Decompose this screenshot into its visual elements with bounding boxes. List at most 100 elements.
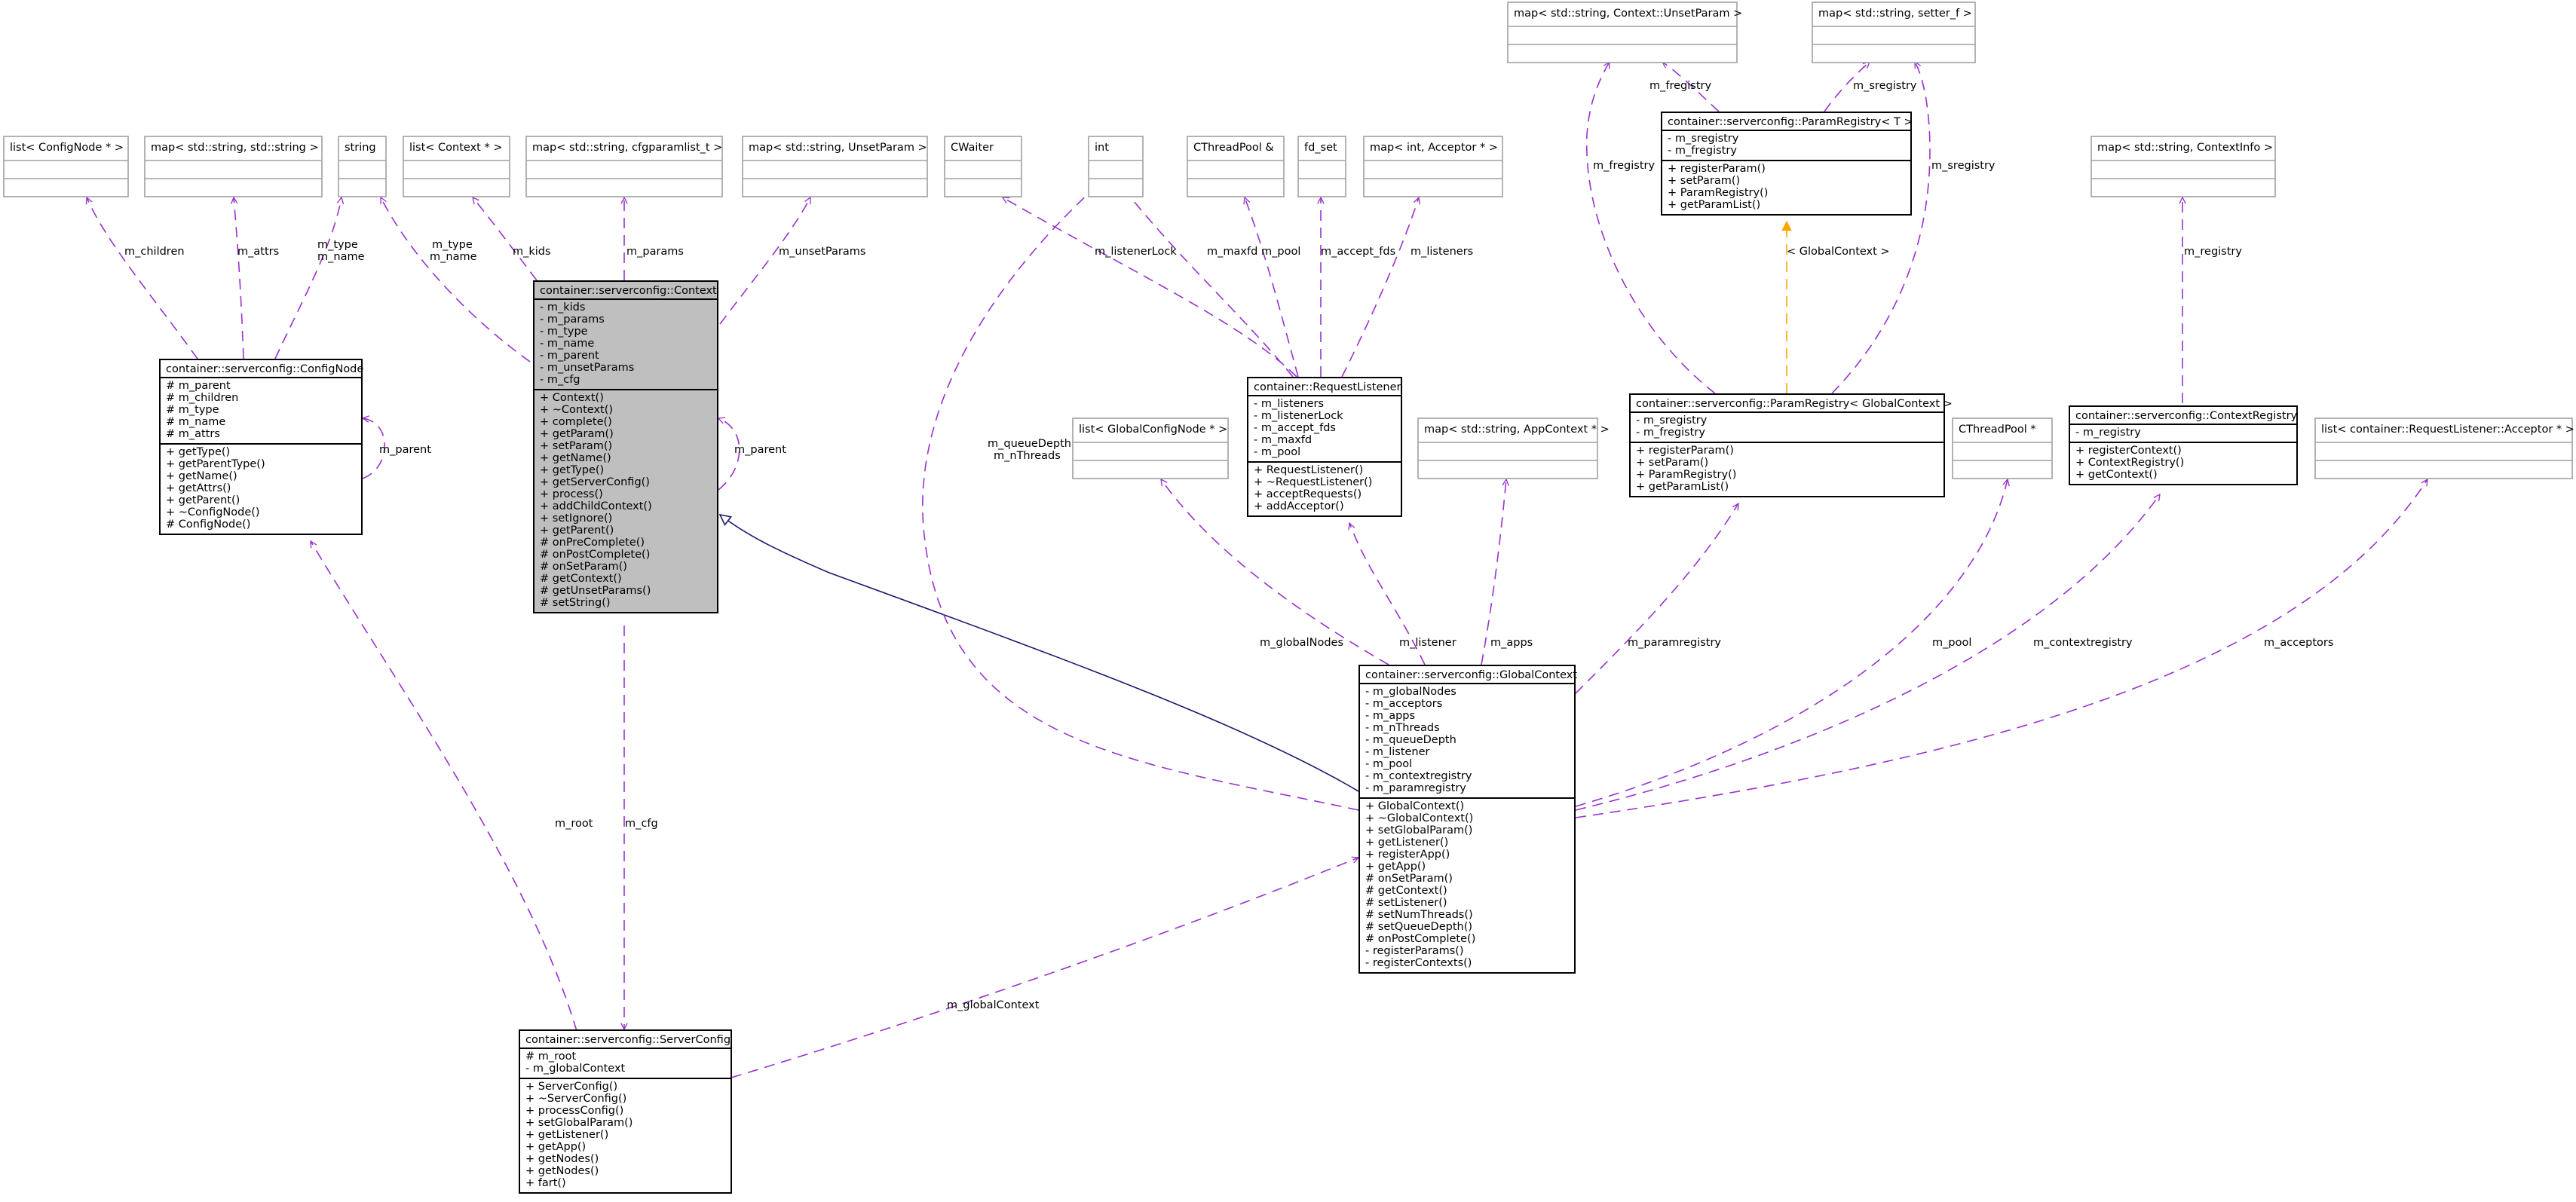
type-label: CWaiter: [951, 142, 994, 154]
type-list-globalconfignode: list< GlobalConfigNode * >: [1072, 417, 1229, 479]
type-cthreadpool-ptr: CThreadPool *: [1952, 417, 2053, 479]
class-confignode[interactable]: container::serverconfig::ConfigNode# m_p…: [159, 359, 363, 535]
label-m-apps: m_apps: [1490, 637, 1533, 649]
label-m-paramregistry: m_paramregistry: [1628, 637, 1721, 649]
edge-m-listenerlock: [1003, 197, 1297, 378]
edge-m-contextregistry: [1575, 494, 2160, 811]
class-method: + process(): [540, 488, 603, 500]
edge-m-listeners: [1341, 197, 1419, 378]
class-method: + setGlobalParam(): [525, 1117, 633, 1129]
label-ctx-name: m_name: [430, 251, 477, 263]
class-method: + ~ConfigNode(): [166, 506, 260, 518]
class-method: + ~GlobalContext(): [1365, 812, 1473, 824]
class-attribute: - m_params: [540, 313, 605, 326]
class-method: + getName(): [166, 470, 237, 482]
type-list-confignode: list< ConfigNode * >: [3, 136, 129, 197]
class-attribute: - m_apps: [1365, 710, 1415, 722]
type-label: int: [1095, 142, 1109, 154]
class-method: - registerParams(): [1365, 945, 1464, 957]
type-label: list< container::RequestListener::Accept…: [2321, 424, 2574, 436]
class-attribute: - m_listenerLock: [1254, 410, 1343, 422]
class-paramregistry-gc[interactable]: container::serverconfig::ParamRegistry< …: [1629, 393, 1953, 497]
class-paramregistry-t[interactable]: container::serverconfig::ParamRegistry< …: [1661, 112, 1913, 216]
class-method: + getType(): [540, 464, 604, 476]
class-method: # setQueueDepth(): [1365, 921, 1472, 933]
class-method: + getParentType(): [166, 458, 265, 470]
class-method: + getParamList(): [1636, 481, 1729, 493]
label-cn-type: m_type: [317, 239, 358, 251]
class-method: + ContextRegistry(): [2075, 457, 2184, 469]
label-m-listener: m_listener: [1399, 637, 1456, 649]
class-attribute: - m_type: [540, 326, 588, 338]
type-label: map< std::string, Context::UnsetParam >: [1514, 8, 1742, 20]
class-serverconfig[interactable]: container::serverconfig::ServerConfig# m…: [519, 1029, 732, 1194]
class-method: + acceptRequests(): [1254, 488, 1362, 500]
edge-m-root: [311, 541, 577, 1032]
type-map-setter: map< std::string, setter_f >: [1812, 2, 1976, 63]
type-cwaiter: CWaiter: [944, 136, 1022, 197]
type-map-int-acceptor: map< int, Acceptor * >: [1363, 136, 1503, 197]
class-method: + registerParam(): [1668, 163, 1766, 175]
class-method: + getParent(): [166, 494, 240, 506]
type-label: fd_set: [1304, 142, 1337, 154]
class-context[interactable]: container::serverconfig::Context- m_kids…: [533, 280, 718, 613]
class-method: + addChildContext(): [540, 500, 652, 512]
class-method: # setListener(): [1365, 897, 1447, 909]
edge-inheritance-globalcontext-context: [720, 515, 1359, 792]
type-label: map< std::string, ContextInfo >: [2097, 142, 2273, 154]
class-method: + registerContext(): [2075, 445, 2182, 457]
label-m-registry: m_registry: [2184, 246, 2242, 258]
class-method: + getApp(): [1365, 861, 1426, 873]
class-method: + setParam(): [540, 440, 612, 452]
label-m-unsetparams: m_unsetParams: [779, 246, 865, 258]
type-label: map< std::string, std::string >: [151, 142, 319, 154]
class-method: + getServerConfig(): [540, 476, 650, 488]
edge-rl-pool: [1245, 197, 1299, 378]
class-name: container::serverconfig::Context: [540, 285, 717, 297]
type-label: CThreadPool &: [1193, 142, 1274, 154]
class-name: container::serverconfig::ParamRegistry< …: [1668, 116, 1913, 128]
class-attribute: - m_fregistry: [1668, 145, 1737, 157]
label-cn-parent: m_parent: [379, 444, 431, 456]
class-requestlistener[interactable]: container::RequestListener- m_listeners-…: [1247, 377, 1402, 517]
type-label: list< Context * >: [409, 142, 502, 154]
class-attribute: - m_listeners: [1254, 398, 1324, 410]
edge-context-type-name: [380, 197, 531, 362]
class-attribute: - m_cfg: [540, 374, 580, 386]
label-pr-fregistry: m_fregistry: [1649, 80, 1711, 92]
class-method: + setParam(): [1668, 175, 1740, 187]
class-method: + fart(): [525, 1177, 566, 1189]
type-label: list< GlobalConfigNode * >: [1079, 424, 1227, 436]
class-method: + addAcceptor(): [1254, 500, 1344, 512]
type-label: map< std::string, setter_f >: [1818, 8, 1972, 20]
label-gc-fregistry: m_fregistry: [1593, 160, 1655, 172]
class-method: + registerParam(): [1636, 445, 1734, 457]
class-name: container::RequestListener: [1254, 381, 1401, 393]
class-method: + Context(): [540, 392, 604, 404]
edges: [87, 62, 2427, 1078]
class-attribute: - m_nThreads: [1365, 722, 1440, 734]
class-method: + GlobalContext(): [1365, 800, 1464, 812]
label-m-root: m_root: [555, 818, 593, 830]
class-method: + processConfig(): [525, 1105, 623, 1117]
class-name: container::serverconfig::ContextRegistry: [2075, 410, 2298, 422]
class-method: # setString(): [540, 597, 611, 609]
class-attribute: - m_parent: [540, 350, 599, 362]
class-contextregistry[interactable]: container::serverconfig::ContextRegistry…: [2069, 405, 2298, 485]
class-name: container::serverconfig::GlobalContext: [1365, 669, 1577, 681]
label-m-acceptors: m_acceptors: [2264, 637, 2333, 649]
class-method: - registerContexts(): [1365, 957, 1472, 969]
type-map-appcontext: map< std::string, AppContext * >: [1417, 417, 1610, 479]
collaboration-diagram: m_children m_attrs m_type m_name m_type …: [3, 2, 2574, 1194]
label-m-queuedepth: m_queueDepth: [988, 438, 1071, 450]
class-attribute: # m_parent: [166, 380, 231, 392]
class-attribute: # m_root: [525, 1051, 577, 1063]
type-int: int: [1088, 136, 1144, 197]
class-globalcontext[interactable]: container::serverconfig::GlobalContext- …: [1358, 665, 1577, 974]
class-method: # getContext(): [1365, 885, 1447, 897]
class-attribute: - m_pool: [1365, 758, 1412, 770]
class-method: + setIgnore(): [540, 512, 612, 525]
label-m-globalnodes: m_globalNodes: [1260, 637, 1343, 649]
class-attribute: - m_accept_fds: [1254, 422, 1336, 434]
class-attribute: - m_globalContext: [525, 1063, 626, 1075]
